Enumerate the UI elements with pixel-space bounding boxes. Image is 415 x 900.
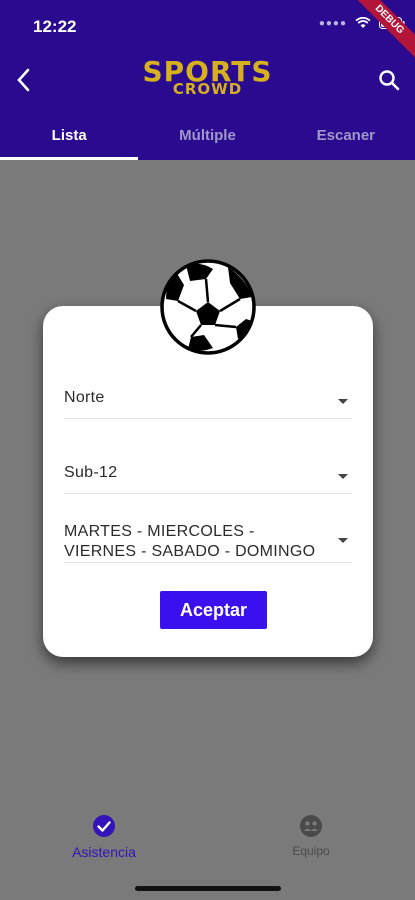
- search-icon[interactable]: [377, 68, 401, 92]
- chevron-down-icon: [338, 399, 348, 404]
- tab-bar: Lista Múltiple Escaner: [0, 118, 415, 160]
- filter-dialog: Norte Sub-12 MARTES - MIERCOLES - VIERNE…: [43, 306, 373, 657]
- app-bar: 12:22 ●●●● DEBUG SPORTS CROWD Lista Múlt…: [0, 0, 415, 160]
- tab-escaner[interactable]: Escaner: [277, 118, 415, 160]
- app-logo: SPORTS CROWD: [0, 58, 415, 97]
- wifi-icon: [355, 17, 371, 28]
- zone-dropdown[interactable]: Norte: [64, 388, 352, 419]
- accept-button[interactable]: Aceptar: [160, 591, 267, 629]
- status-time: 12:22: [33, 17, 77, 36]
- nav-asistencia[interactable]: Asistencia: [58, 814, 150, 860]
- logo-line2: CROWD: [172, 80, 243, 98]
- days-dropdown[interactable]: MARTES - MIERCOLES - VIERNES - SABADO - …: [64, 522, 352, 563]
- nav-asistencia-label: Asistencia: [72, 844, 136, 860]
- tab-lista[interactable]: Lista: [0, 118, 138, 160]
- bottom-nav: Asistencia Equipo: [0, 808, 415, 868]
- category-dropdown-value: Sub-12: [64, 464, 118, 481]
- soccer-ball-icon: [160, 259, 256, 355]
- nav-equipo[interactable]: Equipo: [276, 814, 346, 858]
- nav-equipo-label: Equipo: [292, 844, 330, 858]
- signal-icon: ●●●●: [318, 17, 347, 29]
- tab-indicator: [0, 157, 138, 160]
- check-circle-icon: [93, 815, 115, 837]
- home-indicator: [135, 886, 281, 891]
- zone-dropdown-value: Norte: [64, 389, 105, 406]
- chevron-down-icon: [338, 538, 348, 543]
- team-icon: [300, 815, 322, 837]
- days-dropdown-value: MARTES - MIERCOLES - VIERNES - SABADO - …: [64, 523, 316, 560]
- category-dropdown[interactable]: Sub-12: [64, 463, 352, 494]
- chevron-down-icon: [338, 474, 348, 479]
- tab-multiple[interactable]: Múltiple: [138, 118, 276, 160]
